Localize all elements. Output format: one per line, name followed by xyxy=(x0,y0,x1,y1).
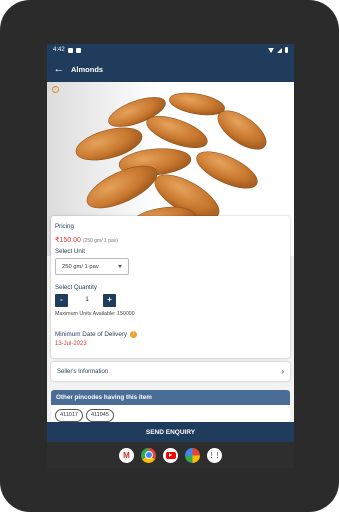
gmail-icon[interactable]: M xyxy=(119,447,134,463)
pincode-chip[interactable]: 411017 xyxy=(55,408,83,422)
price-value: ₹150.00 xyxy=(55,237,81,244)
unit-dropdown[interactable]: 250 gm/ 1 pav xyxy=(55,258,129,275)
delivery-date-label: Minimum Date of Delivery xyxy=(55,331,128,339)
chrome-icon[interactable] xyxy=(141,447,156,463)
info-icon[interactable]: ! xyxy=(130,331,138,338)
decrease-quantity-button[interactable]: - xyxy=(55,294,68,307)
quantity-value[interactable]: 1 xyxy=(81,294,93,307)
signal-icon xyxy=(277,47,282,53)
app-drawer-icon[interactable]: ⋮⋮ xyxy=(207,447,222,463)
select-unit-label: Select Unit xyxy=(55,248,85,255)
select-quantity-label: Select Quantity xyxy=(55,284,97,291)
delivery-date-label-row: Minimum Date of Delivery! xyxy=(55,331,138,339)
youtube-icon[interactable] xyxy=(163,447,178,463)
delivery-date: 13-Jul-2023 xyxy=(55,341,87,347)
screen: 4:42 ← Almonds ! Pricing ₹150.00 (250 gm… xyxy=(47,44,294,468)
notification-icon xyxy=(75,47,81,53)
battery-icon xyxy=(285,47,288,53)
pricing-card: Pricing ₹150.00 (250 gm/ 1 pav) Select Un… xyxy=(51,216,290,358)
increase-quantity-button[interactable]: + xyxy=(103,294,116,307)
chevron-right-icon: › xyxy=(281,367,284,376)
seller-information-label: Seller's Information xyxy=(57,368,109,375)
back-arrow-icon[interactable]: ← xyxy=(47,56,71,82)
send-enquiry-button[interactable]: SEND ENQUIRY xyxy=(47,422,294,442)
app-bar: ← Almonds xyxy=(47,56,294,82)
pincode-chip[interactable]: 411045 xyxy=(85,408,114,422)
settings-icon xyxy=(67,47,73,53)
page-title: Almonds xyxy=(71,64,104,74)
price-unit: (250 gm/ 1 pav) xyxy=(82,238,118,244)
app-dock: M ⋮⋮ xyxy=(47,442,294,468)
status-time: 4:42 xyxy=(53,47,65,53)
pincodes-header: Other pincodes having this item xyxy=(51,390,290,405)
unit-dropdown-value: 250 gm/ 1 pav xyxy=(62,263,99,270)
wifi-icon xyxy=(268,47,274,53)
tablet-frame: 4:42 ← Almonds ! Pricing ₹150.00 (250 gm… xyxy=(0,0,339,512)
max-units-text: Maximum Units Available: 150000 xyxy=(55,311,135,317)
photos-icon[interactable] xyxy=(185,447,200,463)
seller-information-row[interactable]: Seller's Information › xyxy=(51,362,290,381)
status-bar: 4:42 xyxy=(47,44,294,56)
pricing-label: Pricing xyxy=(55,223,74,230)
info-icon[interactable]: ! xyxy=(52,86,59,93)
chevron-down-icon xyxy=(118,265,122,268)
price: ₹150.00 (250 gm/ 1 pav) xyxy=(55,236,118,244)
